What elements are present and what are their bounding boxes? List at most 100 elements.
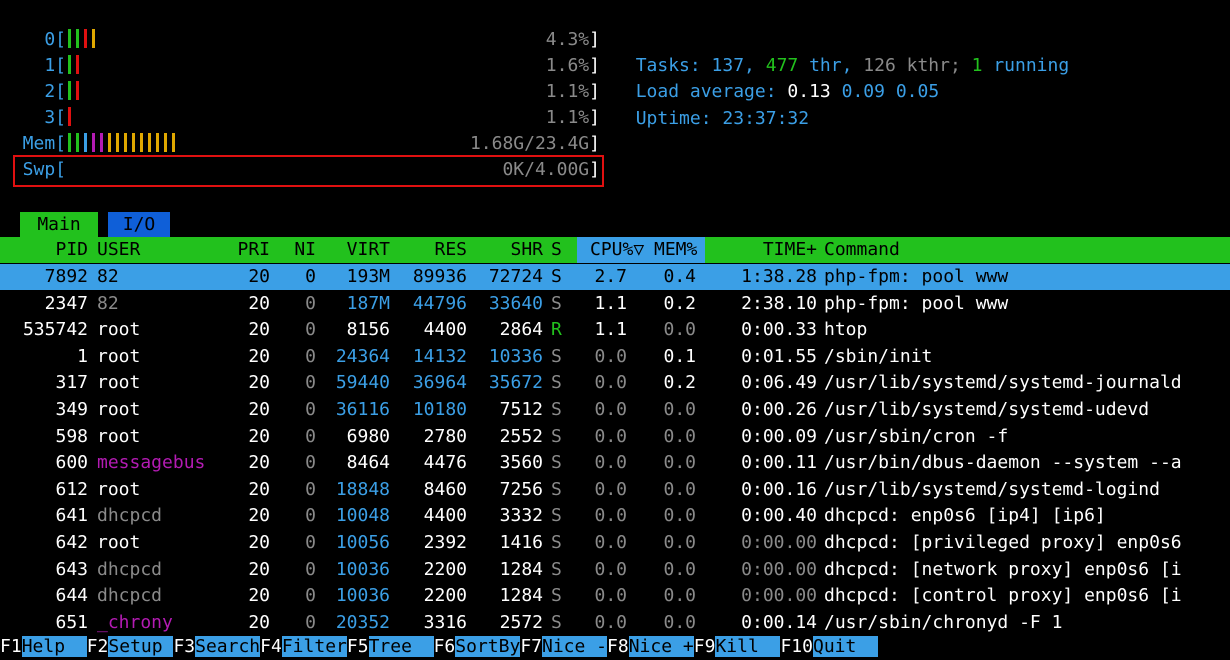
cell-time: 0:00.00 (741, 558, 817, 580)
cell-pri: 20 (248, 585, 270, 607)
cell-shr: 35672 (488, 372, 543, 394)
cell-ni: 0 (305, 611, 316, 633)
f5-action-label[interactable]: Tree (368, 636, 434, 657)
cell-s: S (551, 266, 562, 287)
cell-user: root (97, 399, 141, 420)
table-row[interactable]: 7892 82 20 0 193M 89936 72724 S 2.7 0.4 1:38.28 php… (0, 264, 1230, 290)
table-row[interactable]: 643 dhcpcd 20 0 10036 2200 1284 S 0.0 0.0 0:00.00 d… (0, 557, 1230, 583)
tab-io[interactable]: I/O (108, 212, 170, 237)
f7-action-label[interactable]: Nice - (542, 636, 608, 657)
f9-key[interactable]: F9 (693, 636, 716, 657)
mem-bar-segment (124, 133, 127, 152)
cell-user: root (97, 532, 141, 553)
cell-command: /usr/lib/systemd/systemd-logind (824, 478, 1160, 500)
table-row[interactable]: 644 dhcpcd 20 0 10036 2200 1284 S 0.0 0.0 0:00.00 d… (0, 583, 1230, 609)
cell-time: 0:06.49 (741, 372, 817, 394)
cell-ni: 0 (305, 345, 316, 367)
f5-key[interactable]: F5 (346, 636, 369, 657)
f1-key[interactable]: F1 (0, 636, 22, 657)
table-row[interactable]: 1 root 20 0 24364 14132 10336 S 0.0 0.1 0:01.55/sb… (0, 344, 1230, 370)
cell-command: /sbin/init (824, 345, 933, 367)
cell-virt: 10036 (335, 558, 390, 580)
column-virt[interactable]: VIRT (320, 237, 390, 263)
f4-key[interactable]: F4 (260, 636, 282, 657)
cell-res: 2780 (423, 425, 467, 447)
cpu-0-bar-segment (84, 29, 87, 48)
cpu-2-bar-segment (68, 81, 71, 100)
cpu-3-meter-bars (68, 105, 76, 131)
f8-key[interactable]: F8 (607, 636, 629, 657)
cell-res: 89936 (412, 266, 467, 287)
table-row[interactable]: 317 root 20 0 59440 36964 35672 S 0.0 0.2 0:06.49 /… (0, 370, 1230, 396)
cell-command: /usr/sbin/cron -f (824, 425, 1009, 447)
tab-main[interactable]: Main (20, 212, 98, 237)
column-shr[interactable]: SHR (471, 237, 543, 263)
f7-key[interactable]: F7 (520, 636, 542, 657)
mem-bar-segment (92, 133, 95, 152)
table-row[interactable]: 612 root 20 0 18848 8460 7256 S 0.0 0.0 0:00.16/us… (0, 477, 1230, 503)
table-row[interactable]: 600 messagebus 20 0 8464 4476 3560 S 0.0 0.0 0:00.… (0, 450, 1230, 476)
cell-cpu: 0.0 (594, 532, 627, 553)
column-cpu[interactable]: CPU%▽ (590, 237, 644, 263)
cpu-3-meter-label: 3[ (44, 107, 66, 128)
f8-action-label[interactable]: Nice + (628, 636, 694, 657)
f1-action-label[interactable]: Help (21, 636, 87, 657)
f3-key[interactable]: F3 (173, 636, 196, 657)
cell-user: 82 (97, 292, 119, 314)
table-row[interactable]: 598 root 20 0 6980 2780 2552 S 0.0 0.0 0:00.09/usr… (0, 424, 1230, 450)
column-pid[interactable]: PID (0, 237, 88, 263)
cell-cpu: 2.7 (594, 266, 627, 287)
column-pri[interactable]: PRI (220, 237, 270, 263)
table-row[interactable]: 535742 root 20 0 8156 4400 2864 R 1.1 0.0 0:00.33 h… (0, 317, 1230, 343)
cell-command: dhcpcd: enp0s6 [ip4] [ip6] (824, 505, 1106, 527)
cell-time: 0:00.14 (741, 611, 817, 633)
cell-user: dhcpcd (97, 505, 163, 527)
table-row[interactable]: 651 _chrony 20 0 20352 3316 2572 S 0.0 0.0 0:00.14… (0, 610, 1230, 636)
table-row[interactable]: 349 root 20 0 36116 10180 7512 S 0.0 0.0 0:00.26/u… (0, 397, 1230, 423)
cell-pri: 20 (248, 372, 270, 394)
cell-shr: 3560 (499, 452, 543, 474)
cell-res: 8460 (423, 478, 467, 500)
f6-key[interactable]: F6 (433, 636, 456, 657)
cell-time: 0:00.09 (741, 425, 817, 447)
cell-user: root (97, 319, 141, 341)
f4-action-label[interactable]: Filter (281, 636, 347, 657)
running-label: running (982, 55, 1070, 76)
column-res[interactable]: RES (395, 237, 467, 263)
table-row[interactable]: 642 root 20 0 10056 2392 1416 S 0.0 0.0 0:00.00 dhc… (0, 530, 1230, 556)
f2-action-label[interactable]: Setup (108, 636, 174, 657)
cell-user: 82 (97, 266, 119, 287)
cpu-0-bar-segment (76, 29, 79, 48)
column-time[interactable]: TIME+ (710, 237, 817, 263)
process-table-header: PID USER PRI NI VIRT RES SHR S CPU%▽ MEM… (0, 237, 1230, 263)
f10-key[interactable]: F10 (780, 636, 813, 657)
cell-mem: 0.4 (663, 266, 696, 287)
column-mem[interactable]: MEM% (654, 237, 697, 263)
f3-action-label[interactable]: Search (195, 636, 261, 657)
table-row[interactable]: 641 dhcpcd 20 0 10048 4400 3332 S 0.0 0.0 0:00.40 d… (0, 503, 1230, 529)
cell-command: php-fpm: pool www (824, 266, 1009, 287)
cell-virt: 18848 (335, 478, 390, 500)
cpu-1-meter-value: 1.6%] (546, 53, 600, 79)
cell-pid: 644 (55, 585, 88, 607)
cell-cpu: 0.0 (594, 425, 627, 447)
f2-key[interactable]: F2 (86, 636, 109, 657)
cpu-1-bar-segment (68, 55, 71, 74)
cell-virt: 193M (346, 266, 390, 287)
mem-bar-segment (84, 133, 87, 152)
cpu-1-meter-label: 1[ (44, 55, 66, 76)
column-ni[interactable]: NI (280, 237, 316, 263)
column-command[interactable]: Command (824, 237, 900, 263)
cell-ni: 0 (305, 478, 316, 500)
f10-action-label[interactable]: Quit (812, 636, 879, 657)
cell-command: /usr/lib/systemd/systemd-udevd (824, 399, 1150, 420)
cell-cpu: 0.0 (594, 399, 627, 420)
cpu-2-meter-value: 1.1%] (546, 79, 600, 105)
f6-action-label[interactable]: SortBy (455, 636, 521, 657)
column-user[interactable]: USER (97, 237, 140, 263)
cell-pri: 20 (248, 345, 270, 367)
cell-command: dhcpcd: [network proxy] enp0s6 [i (824, 558, 1182, 580)
f9-action-label[interactable]: Kill (715, 636, 781, 657)
column-state[interactable]: S (551, 237, 562, 263)
table-row[interactable]: 2347 82 20 0 187M 44796 33640 S 1.1 0.2 2:38.10 php… (0, 291, 1230, 317)
